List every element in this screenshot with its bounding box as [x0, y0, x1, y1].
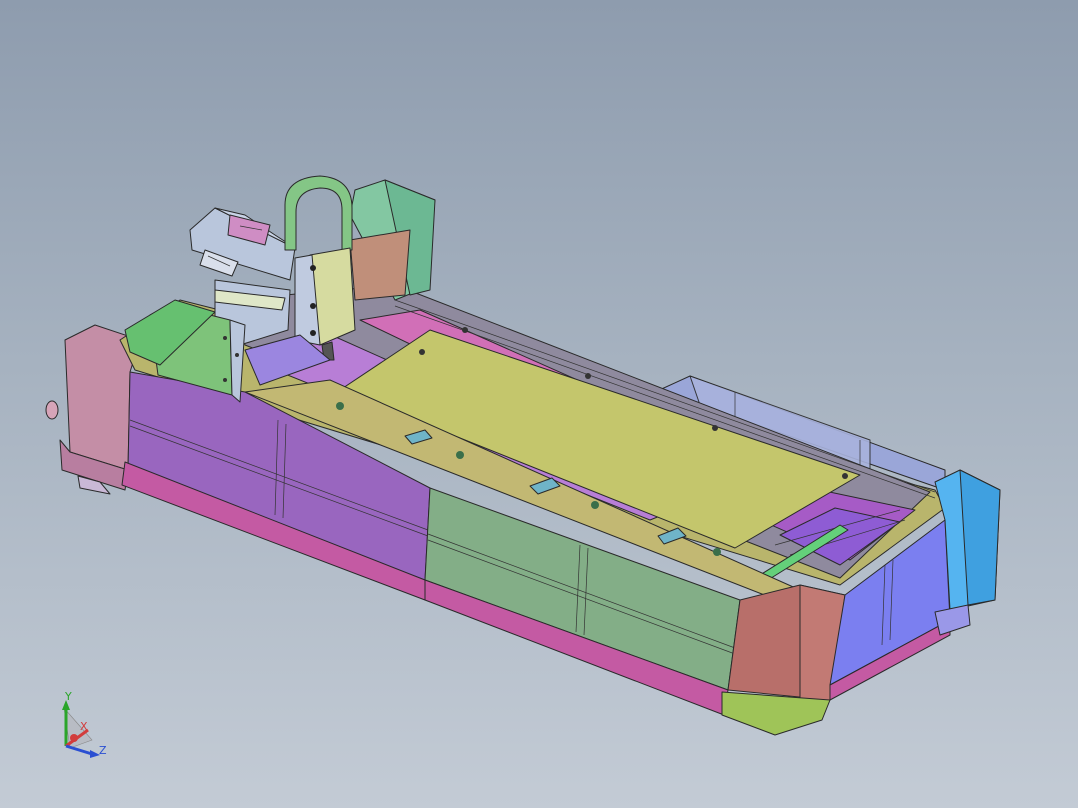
z-axis-arrow — [65, 744, 93, 756]
plate-marker — [419, 349, 425, 355]
origin-sphere — [70, 734, 78, 742]
z-axis-label: Z — [99, 744, 107, 757]
coordinate-triad: Y X Z — [62, 690, 107, 758]
y-axis-label: Y — [64, 690, 72, 703]
x-axis-label: X — [80, 720, 88, 733]
right-end-block — [721, 584, 846, 736]
laser-cutting-machine-model[interactable] — [0, 0, 1078, 808]
cad-viewport[interactable]: Y X Z — [0, 0, 1078, 808]
